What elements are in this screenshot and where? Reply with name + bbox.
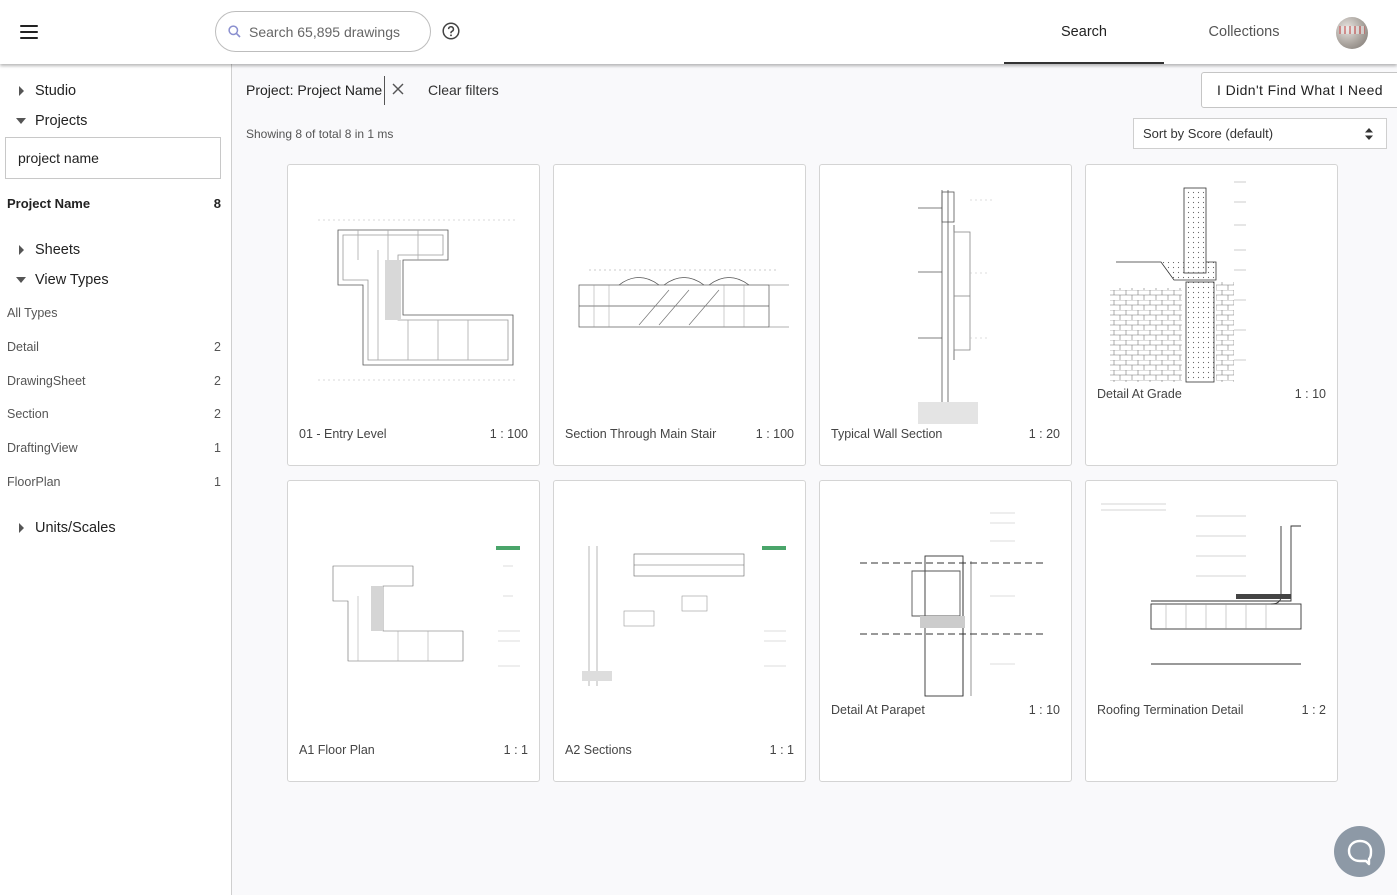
results-area: Project: Project Name Clear filters I Di…: [232, 64, 1397, 895]
sort-arrows-icon: [1365, 128, 1373, 140]
drawing-card[interactable]: Detail At Grade 1 : 10: [1085, 164, 1338, 466]
view-type-item[interactable]: DraftingView 1: [7, 439, 221, 457]
card-title: 01 - Entry Level: [299, 427, 387, 441]
project-filter-input[interactable]: [5, 137, 221, 179]
hamburger-icon[interactable]: [14, 17, 44, 47]
card-title: A2 Sections: [565, 743, 632, 757]
chat-bubble-icon: [1347, 839, 1372, 865]
card-scale: 1 : 100: [489, 427, 528, 441]
view-type-item[interactable]: FloorPlan 1: [7, 473, 221, 491]
view-type-count: 2: [214, 340, 221, 354]
view-type-count: 2: [214, 374, 221, 388]
facet-studio[interactable]: Studio: [14, 81, 76, 101]
view-type-label: DrawingSheet: [7, 374, 86, 388]
view-type-item[interactable]: Detail 2: [7, 338, 221, 356]
drawing-card[interactable]: Detail At Parapet 1 : 10: [819, 480, 1072, 782]
chip-divider: [384, 76, 385, 105]
facet-units-scales[interactable]: Units/Scales: [14, 518, 116, 538]
card-scale: 1 : 100: [755, 427, 794, 441]
project-item[interactable]: Project Name 8: [7, 194, 221, 212]
drawing-card[interactable]: Section Through Main Stair 1 : 100: [553, 164, 806, 466]
facet-projects[interactable]: Projects: [14, 111, 87, 131]
view-type-count: 2: [214, 407, 221, 421]
roofing-detail-thumbnail: [1101, 503, 1302, 665]
card-caption: 01 - Entry Level 1 : 100: [299, 427, 528, 441]
caret-right-icon: [14, 84, 28, 98]
card-caption: Detail At Grade 1 : 10: [1097, 387, 1326, 401]
view-type-label: Section: [7, 407, 49, 421]
search-input[interactable]: [249, 23, 419, 40]
floor-plan-sheet-thumbnail: [332, 546, 520, 667]
facet-label: Sheets: [35, 242, 81, 258]
parapet-detail-thumbnail: [860, 512, 1045, 697]
caret-right-icon: [14, 243, 28, 257]
user-avatar[interactable]: [1336, 17, 1368, 49]
card-title: Detail At Grade: [1097, 387, 1182, 401]
card-scale: 1 : 10: [1028, 703, 1060, 717]
chat-button[interactable]: [1334, 826, 1385, 877]
caret-right-icon: [14, 521, 28, 535]
card-title: Section Through Main Stair: [565, 427, 717, 441]
sort-select[interactable]: Sort by Score (default): [1133, 118, 1387, 149]
view-type-item[interactable]: Section 2: [7, 405, 221, 423]
tab-search[interactable]: Search: [1004, 0, 1164, 64]
floor-plan-thumbnail: [318, 219, 518, 381]
caret-down-icon: [14, 273, 28, 287]
view-type-count: 1: [214, 475, 221, 489]
project-item-count: 8: [213, 195, 221, 211]
view-type-item[interactable]: DrawingSheet 2: [7, 372, 221, 390]
section-thumbnail: [578, 269, 789, 328]
card-caption: Roofing Termination Detail 1 : 2: [1097, 703, 1326, 717]
card-title: Roofing Termination Detail: [1097, 703, 1244, 717]
caret-down-icon: [14, 114, 28, 128]
wall-section-thumbnail: [918, 190, 995, 424]
card-scale: 1 : 1: [503, 743, 528, 757]
card-caption: Section Through Main Stair 1 : 100: [565, 427, 794, 441]
tab-collections[interactable]: Collections: [1164, 0, 1324, 64]
card-title: Typical Wall Section: [831, 427, 943, 441]
project-item-label: Project Name: [7, 195, 91, 211]
card-scale: 1 : 2: [1301, 703, 1326, 717]
drawing-card[interactable]: Roofing Termination Detail 1 : 2: [1085, 480, 1338, 782]
sections-sheet-thumbnail: [582, 546, 786, 686]
card-title: A1 Floor Plan: [299, 743, 375, 757]
grade-detail-thumbnail: [1110, 181, 1246, 383]
view-type-count: 1: [214, 441, 221, 455]
help-circle-icon[interactable]: [442, 22, 460, 40]
drawing-card[interactable]: 01 - Entry Level 1 : 100: [287, 164, 540, 466]
drawing-card[interactable]: A1 Floor Plan 1 : 1: [287, 480, 540, 782]
facet-label: Projects: [35, 113, 88, 129]
clear-filters-link[interactable]: Clear filters: [428, 82, 499, 98]
view-type-label: Detail: [7, 340, 39, 354]
facet-label: Units/Scales: [35, 520, 116, 536]
search-box[interactable]: [215, 11, 431, 52]
drawing-card[interactable]: A2 Sections 1 : 1: [553, 480, 806, 782]
view-type-label: DraftingView: [7, 441, 78, 455]
active-filter-chip: Project: Project Name: [246, 82, 383, 98]
facet-sheets[interactable]: Sheets: [14, 240, 80, 260]
sort-select-value: Sort by Score (default): [1143, 126, 1274, 141]
search-icon: [228, 25, 241, 38]
view-type-item[interactable]: All Types: [7, 304, 221, 322]
result-summary: Showing 8 of total 8 in 1 ms: [246, 127, 394, 141]
close-icon[interactable]: [391, 82, 405, 96]
card-caption: A2 Sections 1 : 1: [565, 743, 794, 757]
facet-view-types[interactable]: View Types: [14, 270, 109, 290]
card-caption: Typical Wall Section 1 : 20: [831, 427, 1060, 441]
drawing-card[interactable]: Typical Wall Section 1 : 20: [819, 164, 1072, 466]
view-type-label: All Types: [7, 306, 58, 320]
card-caption: A1 Floor Plan 1 : 1: [299, 743, 528, 757]
card-caption: Detail At Parapet 1 : 10: [831, 703, 1060, 717]
top-bar: Search Collections: [0, 0, 1397, 64]
sidebar: Studio Projects Project Name 8 Sheets Vi…: [0, 64, 232, 895]
not-found-button[interactable]: I Didn't Find What I Need: [1201, 72, 1397, 108]
view-type-label: FloorPlan: [7, 475, 61, 489]
card-scale: 1 : 20: [1028, 427, 1060, 441]
card-title: Detail At Parapet: [831, 703, 925, 717]
card-scale: 1 : 1: [769, 743, 794, 757]
facet-label: Studio: [35, 83, 77, 99]
card-scale: 1 : 10: [1294, 387, 1326, 401]
facet-label: View Types: [35, 272, 109, 288]
